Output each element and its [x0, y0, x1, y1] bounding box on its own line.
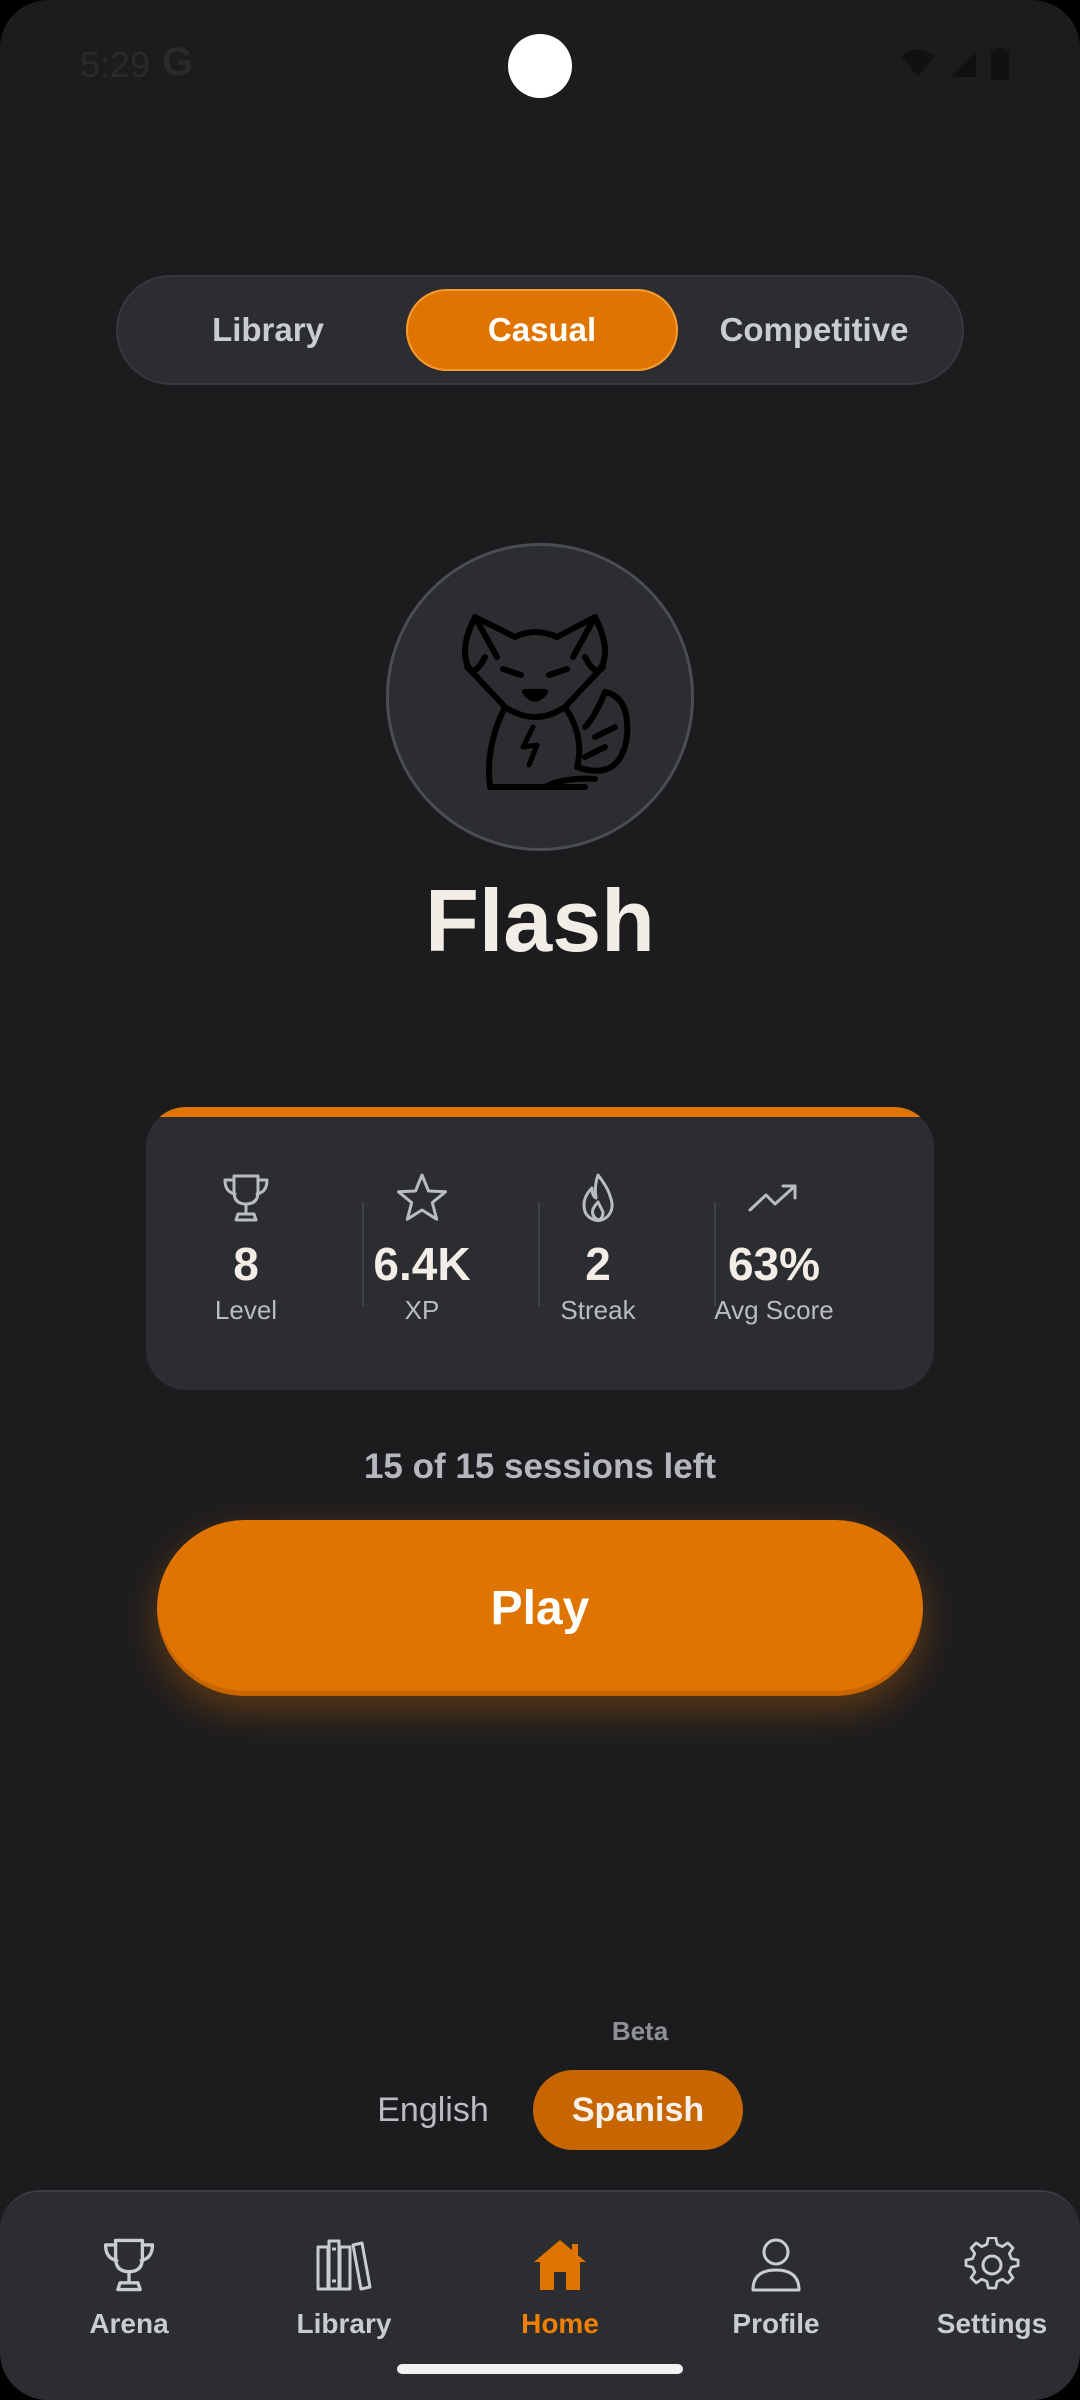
- stat-streak: 2 Streak: [510, 1167, 686, 1326]
- language-english[interactable]: English: [333, 2070, 533, 2150]
- status-icons: [900, 48, 1010, 80]
- nav-library[interactable]: Library: [244, 2230, 444, 2340]
- beta-label: Beta: [611, 2016, 669, 2046]
- flame-icon: [582, 1173, 614, 1222]
- play-button[interactable]: Play: [157, 1520, 923, 1696]
- avatar[interactable]: [386, 543, 694, 851]
- signal-icon: [950, 51, 976, 77]
- gear-icon: [964, 2237, 1020, 2290]
- google-icon: G: [162, 40, 194, 84]
- home-icon: [534, 2240, 586, 2290]
- nav-settings-label: Settings: [936, 2308, 1048, 2339]
- fox-icon: [462, 614, 631, 790]
- avg-score-value: 63%: [727, 1238, 821, 1290]
- language-spanish[interactable]: Spanish: [533, 2070, 743, 2150]
- nav-arena-label: Arena: [89, 2308, 169, 2339]
- status-time: 5:29: [80, 44, 151, 85]
- language-selector: English Spanish: [333, 2070, 747, 2154]
- app-screen: 5:29 G Library Casual Competitive Flash …: [0, 0, 1080, 2400]
- books-icon: [316, 2239, 372, 2291]
- card-accent-line: [146, 1107, 934, 1117]
- nav-home[interactable]: Home: [460, 2230, 660, 2340]
- tab-casual[interactable]: Casual: [406, 289, 678, 371]
- battery-icon: [991, 48, 1009, 80]
- status-bar: 5:29 G: [0, 0, 1080, 130]
- mode-switch: Library Casual Competitive: [116, 275, 964, 385]
- nav-arena[interactable]: Arena: [29, 2230, 229, 2340]
- sessions-left-text: 15 of 15 sessions left: [363, 1447, 717, 1486]
- stat-avg-score: 63% Avg Score: [686, 1167, 862, 1326]
- wifi-icon: [901, 49, 935, 77]
- xp-value: 6.4K: [373, 1238, 471, 1290]
- nav-profile-label: Profile: [732, 2308, 820, 2339]
- xp-label: XP: [404, 1295, 440, 1325]
- camera-cutout: [508, 34, 572, 98]
- avg-score-label: Avg Score: [714, 1295, 834, 1325]
- tab-library[interactable]: Library: [132, 289, 404, 371]
- star-icon: [397, 1173, 447, 1221]
- player-name: Flash: [425, 871, 655, 970]
- tab-competitive[interactable]: Competitive: [678, 289, 950, 371]
- home-indicator[interactable]: [397, 2364, 683, 2374]
- stat-level: 8 Level: [158, 1167, 334, 1326]
- stats-card: 8 Level 6.4K XP 2 Streak 63% Avg Score: [146, 1107, 934, 1390]
- trophy-icon: [103, 2238, 155, 2292]
- streak-label: Streak: [560, 1295, 636, 1325]
- stat-xp: 6.4K XP: [334, 1167, 510, 1326]
- nav-library-label: Library: [296, 2308, 392, 2339]
- person-icon: [751, 2238, 801, 2292]
- level-label: Level: [214, 1295, 278, 1325]
- trophy-icon: [223, 1174, 269, 1222]
- nav-home-label: Home: [521, 2308, 599, 2339]
- streak-value: 2: [585, 1238, 611, 1290]
- level-value: 8: [233, 1238, 259, 1290]
- nav-profile[interactable]: Profile: [676, 2230, 876, 2340]
- nav-settings[interactable]: Settings: [892, 2230, 1080, 2340]
- trending-up-icon: [748, 1184, 797, 1212]
